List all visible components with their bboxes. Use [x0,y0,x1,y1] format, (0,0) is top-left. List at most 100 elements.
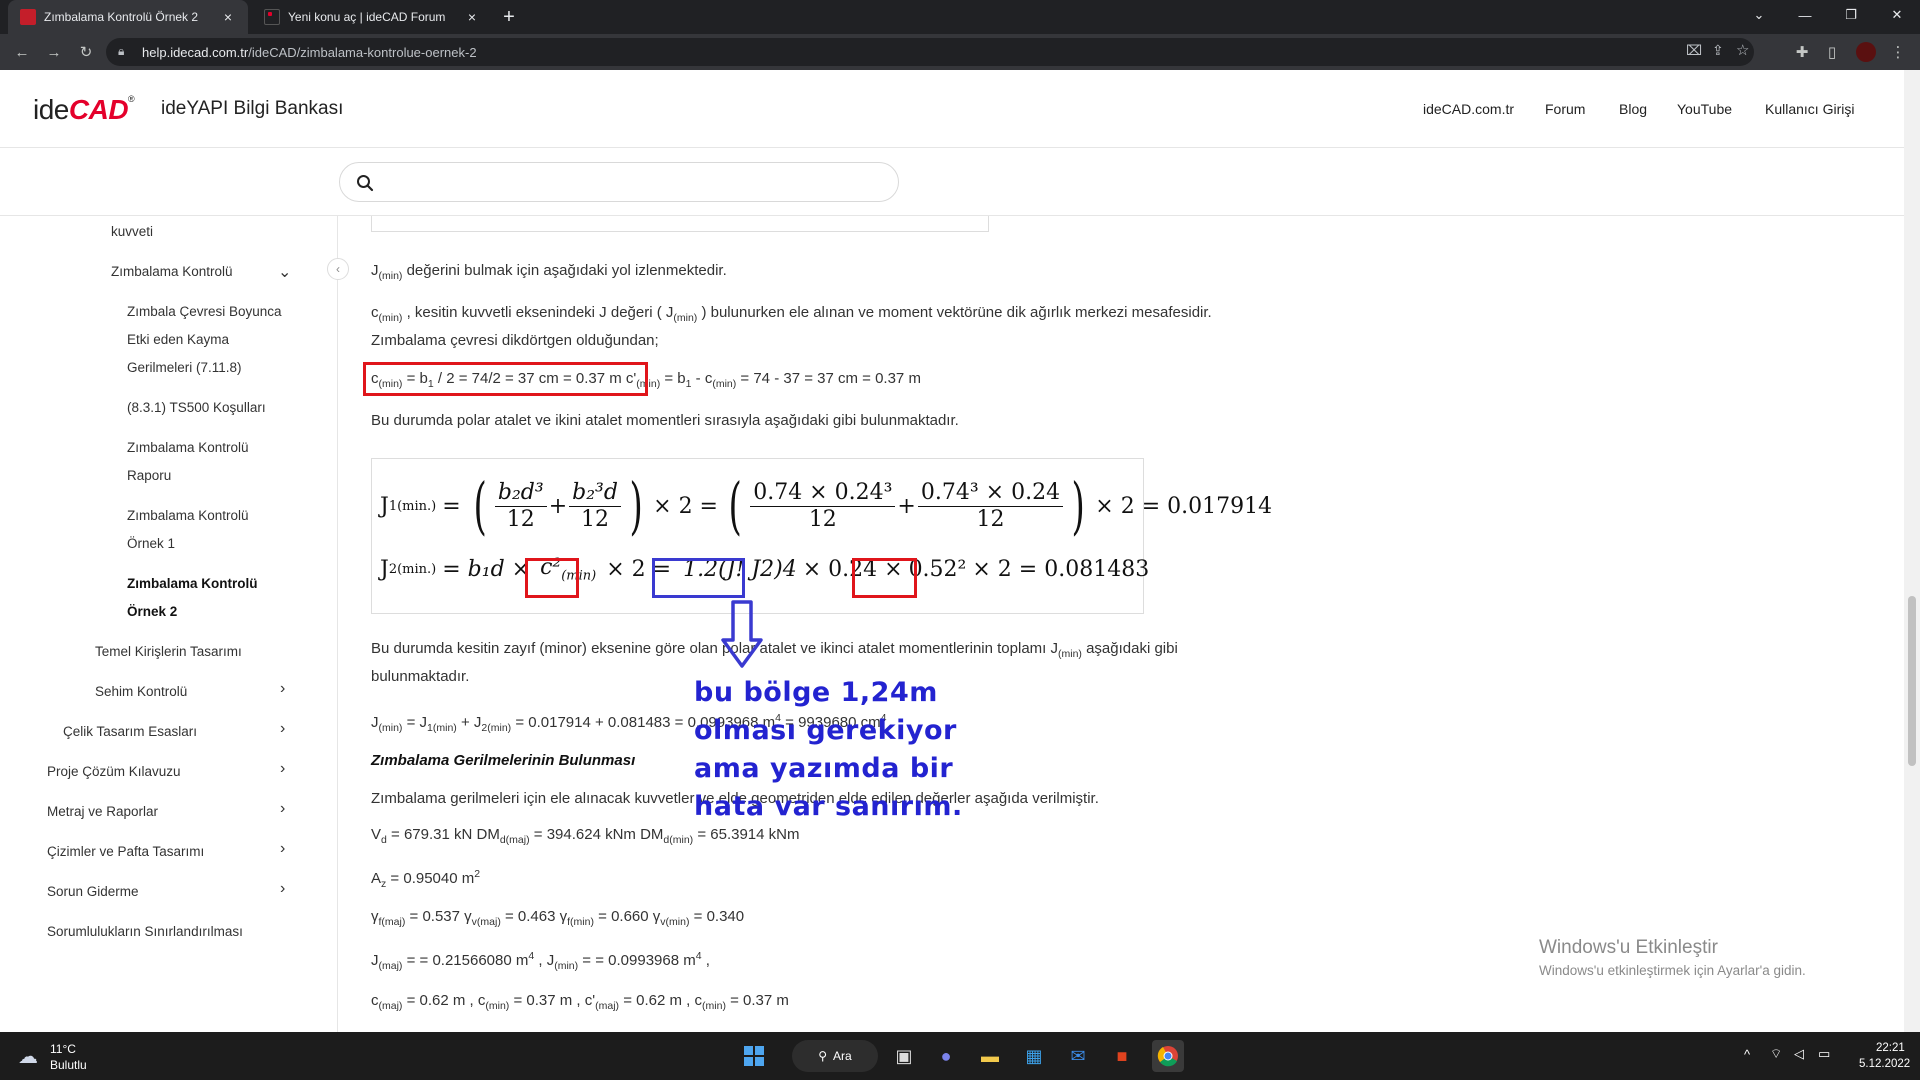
forward-icon[interactable]: → [42,40,66,64]
c2min-highlight-box [525,558,579,598]
office-icon[interactable]: ■ [1106,1040,1138,1072]
weather-temp[interactable]: 11°C [50,1042,76,1056]
tray-overflow-icon[interactable]: ^ [1744,1047,1750,1062]
lock-icon: 🔒︎ [118,44,125,58]
chevron-right-icon[interactable]: › [280,840,285,858]
mail-icon[interactable]: ✉ [1062,1040,1094,1072]
browser-tab-strip: Zımbalama Kontrolü Örnek 2 × Yeni konu a… [0,0,1920,34]
sidebar-item-temel-kirisler[interactable]: Temel Kirişlerin Tasarımı [95,638,242,666]
search-row [0,148,1904,216]
bookmark-star-icon[interactable]: ☆ [1736,41,1749,59]
side-panel-icon[interactable]: ▯ [1820,40,1844,64]
extensions-icon[interactable]: ✚ [1790,40,1814,64]
close-tab-icon[interactable]: × [220,9,236,25]
chevron-right-icon[interactable]: › [280,800,285,818]
windows-activation-watermark: Windows'u Etkinleştir Windows'u etkinleş… [1539,937,1806,978]
chevron-right-icon[interactable]: › [280,760,285,778]
nav-forum[interactable]: Forum [1545,101,1585,117]
nav-idecad[interactable]: ideCAD.com.tr [1423,101,1514,117]
nav-blog[interactable]: Blog [1619,101,1647,117]
sidebar-item-rapor-1[interactable]: Zımbalama Kontrolü [127,434,249,462]
taskbar-search-button[interactable]: ⚲ Ara [792,1040,878,1072]
paragraph-jmaj: J(maj) = = 0.21566080 m4 , J(min) = = 0.… [371,950,710,972]
sidebar-item-ornek1-1[interactable]: Zımbalama Kontrolü [127,502,249,530]
chat-icon[interactable]: ● [930,1040,962,1072]
tab-forum[interactable]: Yeni konu aç | ideCAD Forum × [252,0,492,34]
tab-title: Zımbalama Kontrolü Örnek 2 [44,10,199,24]
paragraph-jmin-intro: J(min) değerini bulmak için aşağıdaki yo… [371,262,727,282]
share-icon[interactable]: ⇪ [1712,42,1724,59]
wifi-icon[interactable]: ⌔ [1770,1046,1782,1062]
formula-j1: J 1(min.) = ( b₂d³ 12 + b₂³d 12 ) × 2 = ( 0… [380,469,1273,542]
cmin-highlight-box [363,362,648,396]
weather-desc[interactable]: Bulutlu [50,1058,87,1072]
site-header: ideCAD® ideYAPI Bilgi Bankası ideCAD.com… [0,70,1904,148]
nav-login[interactable]: Kullanıcı Girişi [1765,101,1854,117]
reload-icon[interactable]: ↻ [74,40,98,64]
paragraph-gamma: γf(maj) = 0.537 γv(maj) = 0.463 γf(min) … [371,908,745,928]
windows-taskbar: ☁ 11°C Bulutlu ⚲ Ara ▣ ● ▬ ▦ ✉ ■ ^ ⌔ ◁ ▭ … [0,1032,1920,1080]
sidebar-item-rapor-2[interactable]: Raporu [127,462,171,490]
sidebar-item-zimbalama-kontrolu[interactable]: Zımbalama Kontrolü [111,258,233,286]
formula-box: J 1(min.) = ( b₂d³ 12 + b₂³d 12 ) × 2 = ( 0… [371,458,1272,614]
url-text: help.idecad.com.tr/ideCAD/zimbalama-kont… [142,44,477,60]
sidebar-item-ornek2-active-1[interactable]: Zımbalama Kontrolü [127,570,258,598]
article-content: J(min) değerini bulmak için aşağıdaki yo… [339,216,1904,1032]
tab-zimbalama[interactable]: Zımbalama Kontrolü Örnek 2 × [8,0,248,34]
sidebar-item-sorumluluk[interactable]: Sorumlulukların Sınırlandırılması [47,918,243,946]
sidebar-item-metraj[interactable]: Metraj ve Raporlar [47,798,158,826]
paragraph-vd: Vd = 679.31 kN DMd(maj) = 394.624 kNm DM… [371,826,800,846]
p052-highlight-box [852,558,917,598]
profile-avatar-icon[interactable] [1854,40,1878,64]
sidebar-item-zimbala-cevresi-1[interactable]: Zımbala Çevresi Boyunca [127,298,282,326]
file-explorer-icon[interactable]: ▬ [974,1040,1006,1072]
close-tab-icon[interactable]: × [464,9,480,25]
weather-cloud-icon[interactable]: ☁ [18,1044,38,1069]
chevron-down-icon[interactable]: ⌄ [278,262,291,282]
annotation-arrow-icon [721,600,763,668]
minimize-icon[interactable]: — [1782,0,1828,30]
start-windows-icon[interactable] [738,1040,770,1072]
tab-search-icon[interactable]: ⌄ [1736,0,1782,30]
paragraph-c-values: c(maj) = 0.62 m , c(min) = 0.37 m , c'(m… [371,992,789,1012]
mid-term-highlight-box [652,558,745,598]
search-input[interactable] [339,162,899,202]
sidebar-item-zimbala-cevresi-2[interactable]: Etki eden Kayma [127,326,229,354]
sidebar-item-sehim[interactable]: Sehim Kontrolü [95,678,187,706]
chrome-icon[interactable] [1152,1040,1184,1072]
nav-youtube[interactable]: YouTube [1677,101,1732,117]
paragraph-cmin-def: c(min) , kesitin kuvvetli eksenindeki J … [371,304,1212,324]
formula-j2: J 2(min.) = b₁d × c²(min) × 2 = 1.2(J! J2… [380,555,1150,584]
back-icon[interactable]: ← [10,40,34,64]
sidebar-item-cizimler[interactable]: Çizimler ve Pafta Tasarımı [47,838,204,866]
sidebar-item-ornek1-2[interactable]: Örnek 1 [127,530,175,558]
chevron-right-icon[interactable]: › [280,720,285,738]
new-tab-button[interactable]: + [498,6,520,28]
sidebar-item-proje[interactable]: Proje Çözüm Kılavuzu [47,758,181,786]
restore-icon[interactable]: ❐ [1828,0,1874,30]
task-view-icon[interactable]: ▣ [888,1040,920,1072]
sidebar-item-kuvveti[interactable]: kuvveti [111,218,153,246]
battery-icon[interactable]: ▭ [1818,1046,1830,1062]
idecad-logo[interactable]: ideCAD® [33,94,135,126]
store-icon[interactable]: ▦ [1018,1040,1050,1072]
clock-date[interactable]: 5.12.2022 [1859,1058,1910,1070]
chevron-right-icon[interactable]: › [280,680,285,698]
close-window-icon[interactable]: ✕ [1874,0,1920,30]
sidebar-item-ts500[interactable]: (8.3.1) TS500 Koşulları [127,394,266,422]
previous-code-box [371,216,989,232]
volume-icon[interactable]: ◁ [1794,1046,1804,1062]
translate-icon[interactable]: ⌧ [1686,42,1702,59]
sidebar-item-sorun[interactable]: Sorun Giderme [47,878,139,906]
sidebar-item-ornek2-active-2[interactable]: Örnek 2 [127,598,177,626]
chrome-menu-icon[interactable]: ⋮ [1886,40,1910,64]
sidebar-item-celik[interactable]: Çelik Tasarım Esasları [63,718,197,746]
annotation-text: bu bölge 1,24m olması gerekiyor ama yazı… [694,677,963,822]
sidebar-item-zimbala-cevresi-3[interactable]: Gerilmeleri (7.11.8) [127,354,242,382]
scrollbar-thumb[interactable] [1908,596,1916,766]
clock-time[interactable]: 22:21 [1876,1042,1905,1054]
page-scrollbar[interactable] [1904,70,1920,1032]
address-bar[interactable]: 🔒︎ help.idecad.com.tr/ideCAD/zimbalama-k… [106,38,1754,66]
chevron-right-icon[interactable]: › [280,880,285,898]
browser-toolbar: ← → ↻ 🔒︎ help.idecad.com.tr/ideCAD/zimba… [0,34,1920,70]
